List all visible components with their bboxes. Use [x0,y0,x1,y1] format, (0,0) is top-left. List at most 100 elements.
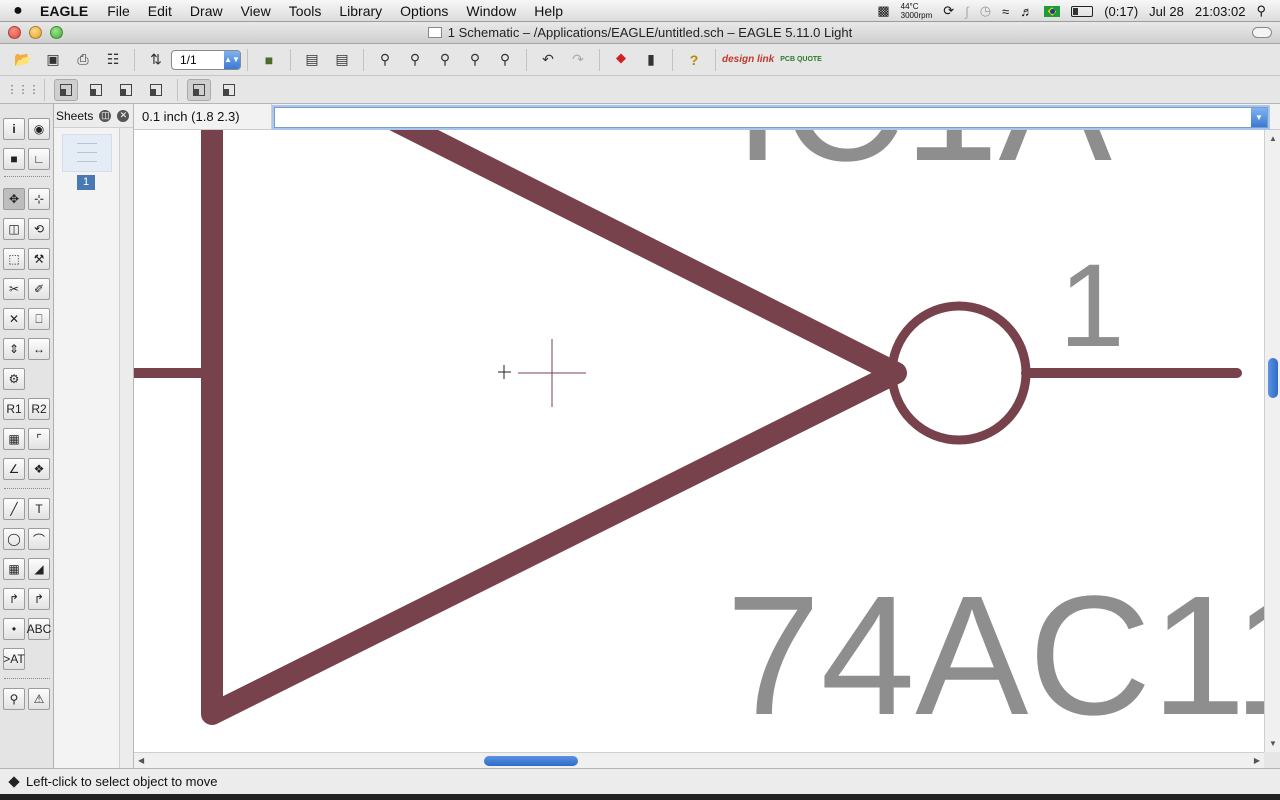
help-icon[interactable]: ? [681,48,707,72]
spotlight-icon[interactable]: ⚲ [1256,3,1266,19]
move-tool-icon[interactable]: ✥ [3,188,25,210]
smash-tool-icon[interactable]: ▦ [3,428,25,450]
close-window-button[interactable] [8,26,21,39]
display-layers-icon[interactable]: ■ [3,148,25,170]
menu-library[interactable]: Library [330,3,391,19]
attribute-tool-icon[interactable]: >AT [3,648,25,670]
apple-menu-icon[interactable]: ● [0,2,36,20]
menu-help[interactable]: Help [525,3,572,19]
layout-mode-4-icon[interactable] [144,79,168,101]
junction-tool-icon[interactable]: • [3,618,25,640]
pcb-quote-button[interactable]: PCB QUOTE [780,56,822,64]
print-icon[interactable]: ⎙ [70,48,96,72]
menu-draw[interactable]: Draw [181,3,232,19]
minimize-window-button[interactable] [29,26,42,39]
temperature-readout[interactable]: 44°C 3000rpm [901,2,933,20]
change-tool-icon[interactable]: ⚒ [28,248,50,270]
split-mode-2-icon[interactable] [217,79,241,101]
rect-tool-icon[interactable]: ▦ [3,558,25,580]
miter-tool-icon[interactable]: ⌜ [28,428,50,450]
bluetooth-icon[interactable]: ∫ [965,4,969,19]
menu-edit[interactable]: Edit [139,3,181,19]
stepper-arrows-icon[interactable]: ▲▼ [224,50,240,69]
sheets-float-icon[interactable]: ◫ [99,109,112,122]
copy-tool-icon[interactable]: ⊹ [28,188,50,210]
stop-icon[interactable]: ⯁ [608,48,634,72]
toolbar-toggle-button[interactable] [1252,27,1272,38]
design-link-button[interactable]: design link [722,54,774,65]
clock-date[interactable]: Jul 28 [1149,4,1184,19]
horizontal-scroll-thumb[interactable] [484,756,578,766]
erc-tool-icon[interactable]: ⚲ [3,688,25,710]
layout-mode-2-icon[interactable] [84,79,108,101]
grid-toggle-icon[interactable]: ⋮⋮⋮ [7,79,40,101]
polygon-tool-icon[interactable]: ◢ [28,558,50,580]
script-icon[interactable]: ▤ [299,48,325,72]
app-menu[interactable]: EAGLE [36,3,98,19]
battery-icon[interactable] [1071,5,1094,17]
vertical-scrollbar[interactable]: ▲ ▼ [1264,130,1280,752]
sheet-switch-icon[interactable]: ⇅ [143,48,169,72]
gateswap-tool-icon[interactable]: ↔ [28,338,50,360]
scroll-left-arrow-icon[interactable]: ◀ [138,756,144,765]
sheet-number-badge[interactable]: 1 [77,175,95,190]
volume-icon[interactable]: ♬ [1020,4,1033,19]
invoke-tool-icon[interactable]: ❖ [28,458,50,480]
menu-options[interactable]: Options [391,3,457,19]
zoom-out-icon[interactable]: ⚲ [432,48,458,72]
add-tool-icon[interactable]: ⎕ [28,308,50,330]
sheets-close-icon[interactable]: ✕ [117,109,130,122]
errors-tool-icon[interactable]: ⚠ [28,688,50,710]
label-tool-icon[interactable]: ABC [27,618,51,640]
command-line-input[interactable]: ▼ [274,107,1268,128]
group-tool-icon[interactable]: ⬚ [3,248,25,270]
circle-tool-icon[interactable]: ◯ [3,528,25,550]
horizontal-scrollbar[interactable]: ◀ ▶ [134,752,1264,768]
open-file-icon[interactable]: 📂 [10,48,36,72]
redo-icon[interactable]: ↷ [565,48,591,72]
cam-processor-icon[interactable]: ☷ [100,48,126,72]
delete-tool-icon[interactable]: ✕ [3,308,25,330]
command-history-dropdown-icon[interactable]: ▼ [1251,108,1267,127]
zoom-fit-icon[interactable]: ⚲ [372,48,398,72]
vertical-scroll-thumb[interactable] [1268,358,1278,398]
zoom-window-button[interactable] [50,26,63,39]
sheet-thumbnail[interactable] [62,134,112,172]
layout-mode-3-icon[interactable] [114,79,138,101]
arc-tool-icon[interactable]: ⌒ [28,528,50,550]
rotate-tool-icon[interactable]: ⟲ [28,218,50,240]
menu-view[interactable]: View [232,3,280,19]
sync-icon[interactable]: ⟳ [943,3,954,19]
split-mode-1-icon[interactable] [187,78,211,101]
value-tool-icon[interactable]: R2 [28,398,50,420]
save-icon[interactable]: ▣ [40,48,66,72]
clock-time[interactable]: 21:03:02 [1195,4,1246,19]
info-tool-icon[interactable]: i [3,118,25,140]
replace-tool-icon[interactable]: ⚙ [3,368,25,390]
undo-icon[interactable]: ↶ [535,48,561,72]
text-tool-icon[interactable]: T [28,498,50,520]
inversion-bubble[interactable] [887,301,1031,445]
input-source-flag-icon[interactable] [1044,5,1061,17]
mark-tool-icon[interactable]: ∟ [28,148,50,170]
paste-tool-icon[interactable]: ✐ [28,278,50,300]
mirror-tool-icon[interactable]: ◫ [3,218,25,240]
sheets-scrollbar[interactable] [119,128,133,768]
zoom-select-icon[interactable]: ⚲ [492,48,518,72]
show-tool-icon[interactable]: ◉ [28,118,50,140]
scroll-up-arrow-icon[interactable]: ▲ [1269,134,1277,143]
time-machine-icon[interactable]: ◷ [980,3,991,19]
net-tool-icon[interactable]: ↱ [28,588,50,610]
name-tool-icon[interactable]: R1 [3,398,25,420]
sheet-selector[interactable]: 1/1 ▲▼ [171,49,241,70]
schematic-canvas[interactable]: IC1A 1 74AC11 [134,130,1264,752]
document-proxy-icon[interactable] [427,27,442,38]
scroll-right-arrow-icon[interactable]: ▶ [1254,756,1260,765]
wifi-icon[interactable]: ≈ [1002,4,1009,19]
cut-tool-icon[interactable]: ✂ [3,278,25,300]
pinswap-tool-icon[interactable]: ⇕ [3,338,25,360]
ulp-icon[interactable]: ▤ [329,48,355,72]
zoom-in-icon[interactable]: ⚲ [402,48,428,72]
scroll-down-arrow-icon[interactable]: ▼ [1269,739,1277,748]
camera-icon[interactable]: ▩ [877,3,889,19]
